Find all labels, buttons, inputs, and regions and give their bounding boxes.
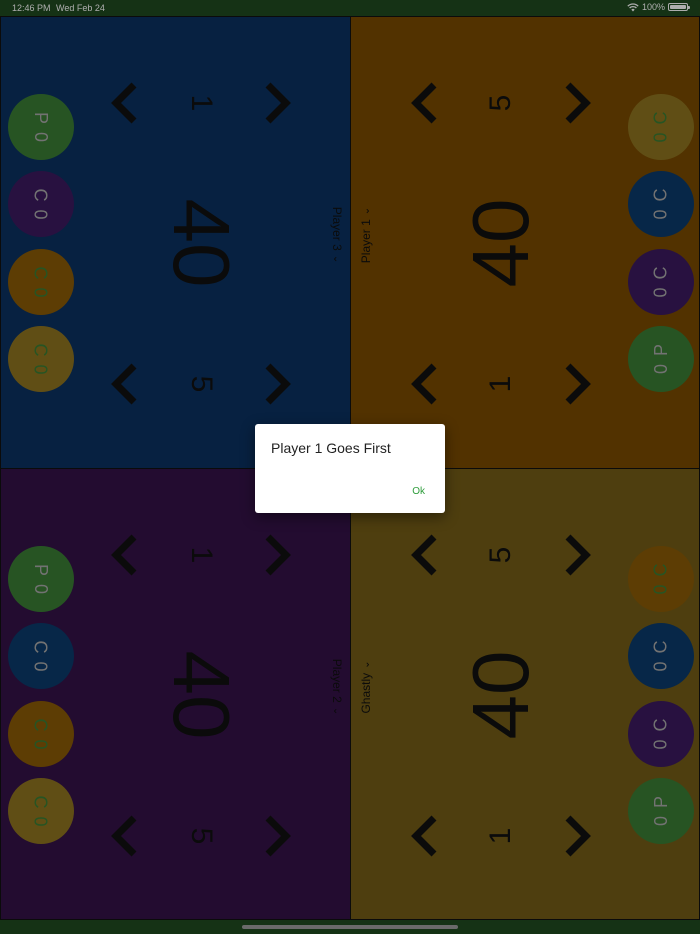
dialog-title: Player 1 Goes First: [271, 440, 391, 456]
home-indicator[interactable]: [242, 925, 458, 929]
ok-button[interactable]: Ok: [404, 482, 433, 501]
first-player-dialog: Player 1 Goes First Ok: [255, 424, 445, 513]
